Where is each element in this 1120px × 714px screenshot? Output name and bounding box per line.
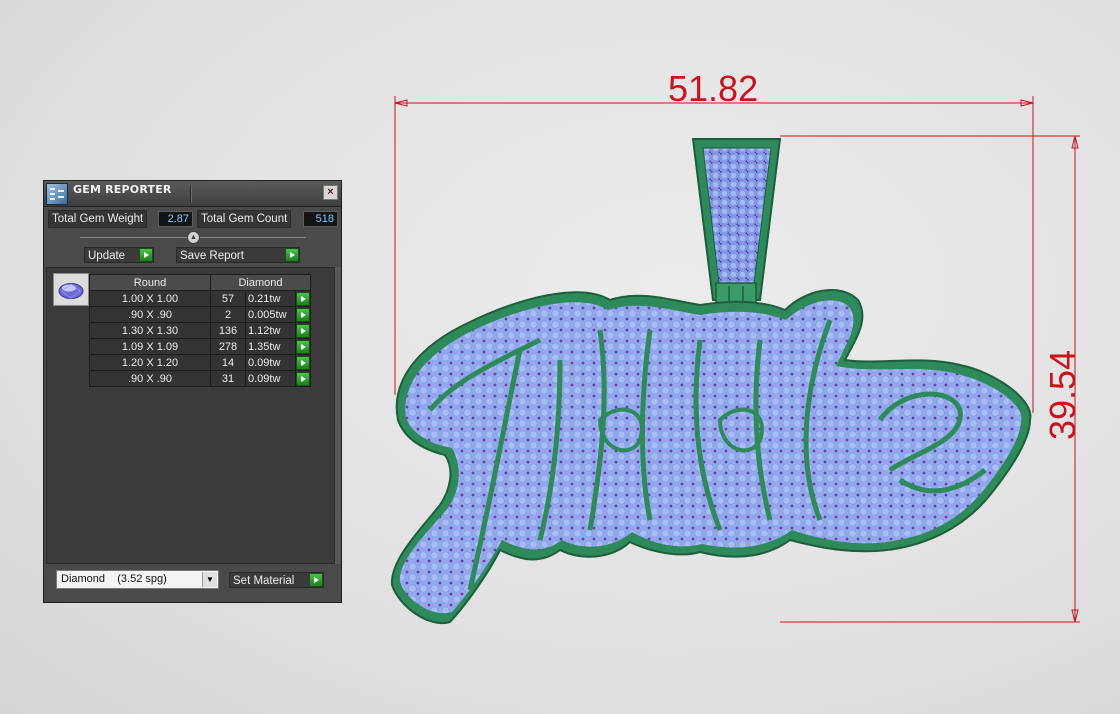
select-row-button[interactable]: [296, 307, 310, 322]
stone-weight: 0.21tw: [245, 290, 296, 307]
stone-weight: 1.35tw: [245, 338, 296, 355]
total-gem-weight-label: Total Gem Weight: [48, 210, 148, 228]
stone-size: 1.30 X 1.30: [89, 322, 211, 339]
height-dimension-label: 39.54: [1042, 349, 1083, 441]
stone-size: 1.20 X 1.20: [89, 354, 211, 371]
stone-size: 1.09 X 1.09: [89, 338, 211, 355]
gem-reporter-panel: GEM REPORTER × Total Gem Weight 2.87 Tot…: [43, 180, 342, 603]
stone-count: 14: [210, 354, 246, 371]
collapse-toggle[interactable]: ▲: [187, 231, 200, 244]
table-row: 1.00 X 1.00 57 0.21tw: [89, 290, 311, 307]
stone-weight: 0.005tw: [245, 306, 296, 323]
select-row-button[interactable]: [296, 339, 310, 354]
stone-size: .90 X .90: [89, 370, 211, 387]
height-dimension-line: [780, 135, 1080, 623]
select-row-button[interactable]: [296, 291, 310, 306]
stone-weight: 0.09tw: [245, 354, 296, 371]
select-row-button[interactable]: [296, 355, 310, 370]
set-material-button[interactable]: Set Material: [229, 572, 324, 588]
header-diamond: Diamond: [210, 274, 311, 291]
stone-weight: 0.09tw: [245, 370, 296, 387]
panel-titlebar[interactable]: GEM REPORTER ×: [44, 181, 341, 207]
total-gem-count-value: 518: [303, 211, 338, 227]
close-button[interactable]: ×: [323, 185, 338, 200]
titlebar-divider: [190, 185, 192, 203]
table-header-row: Round Diamond: [89, 274, 311, 291]
pendant-script-lettering: [390, 288, 1032, 625]
total-gem-weight-value: 2.87: [158, 211, 193, 227]
table-row: .90 X .90 31 0.09tw: [89, 370, 311, 387]
material-dropdown-value: Diamond (3.52 spg): [61, 573, 167, 585]
save-report-button-label: Save Report: [180, 250, 244, 262]
list-scrollbar[interactable]: [335, 267, 341, 564]
round-diamond-thumbnail: [53, 273, 89, 306]
gem-reporter-icon: [46, 183, 68, 205]
stone-count: 57: [210, 290, 246, 307]
total-gem-count-label: Total Gem Count: [197, 210, 292, 228]
table-row: 1.20 X 1.20 14 0.09tw: [89, 354, 311, 371]
panel-title: GEM REPORTER: [73, 183, 172, 196]
header-round: Round: [89, 274, 211, 291]
save-report-button[interactable]: Save Report: [176, 247, 300, 263]
stone-weight: 1.12tw: [245, 322, 296, 339]
select-row-button[interactable]: [296, 371, 310, 386]
stone-size: 1.00 X 1.00: [89, 290, 211, 307]
set-material-button-label: Set Material: [233, 575, 295, 587]
stone-count: 278: [210, 338, 246, 355]
width-dimension-label: 51.82: [668, 68, 759, 109]
play-arrow-icon: [309, 573, 323, 587]
gem-report-table: Round Diamond 1.00 X 1.00 57 0.21tw .90 …: [89, 274, 311, 387]
stone-size: .90 X .90: [89, 306, 211, 323]
table-row: 1.09 X 1.09 278 1.35tw: [89, 338, 311, 355]
table-row: 1.30 X 1.30 136 1.12tw: [89, 322, 311, 339]
stone-count: 2: [210, 306, 246, 323]
width-dimension-line: [394, 96, 1034, 413]
material-dropdown[interactable]: Diamond (3.52 spg) ▼: [56, 570, 219, 589]
select-row-button[interactable]: [296, 323, 310, 338]
update-button-label: Update: [88, 250, 126, 262]
stone-count: 136: [210, 322, 246, 339]
play-arrow-icon: [139, 248, 153, 262]
stone-count: 31: [210, 370, 246, 387]
play-arrow-icon: [285, 248, 299, 262]
update-button[interactable]: Update: [84, 247, 154, 263]
chevron-down-icon[interactable]: ▼: [202, 572, 217, 587]
pendant-bail: [691, 138, 782, 314]
table-row: .90 X .90 2 0.005tw: [89, 306, 311, 323]
